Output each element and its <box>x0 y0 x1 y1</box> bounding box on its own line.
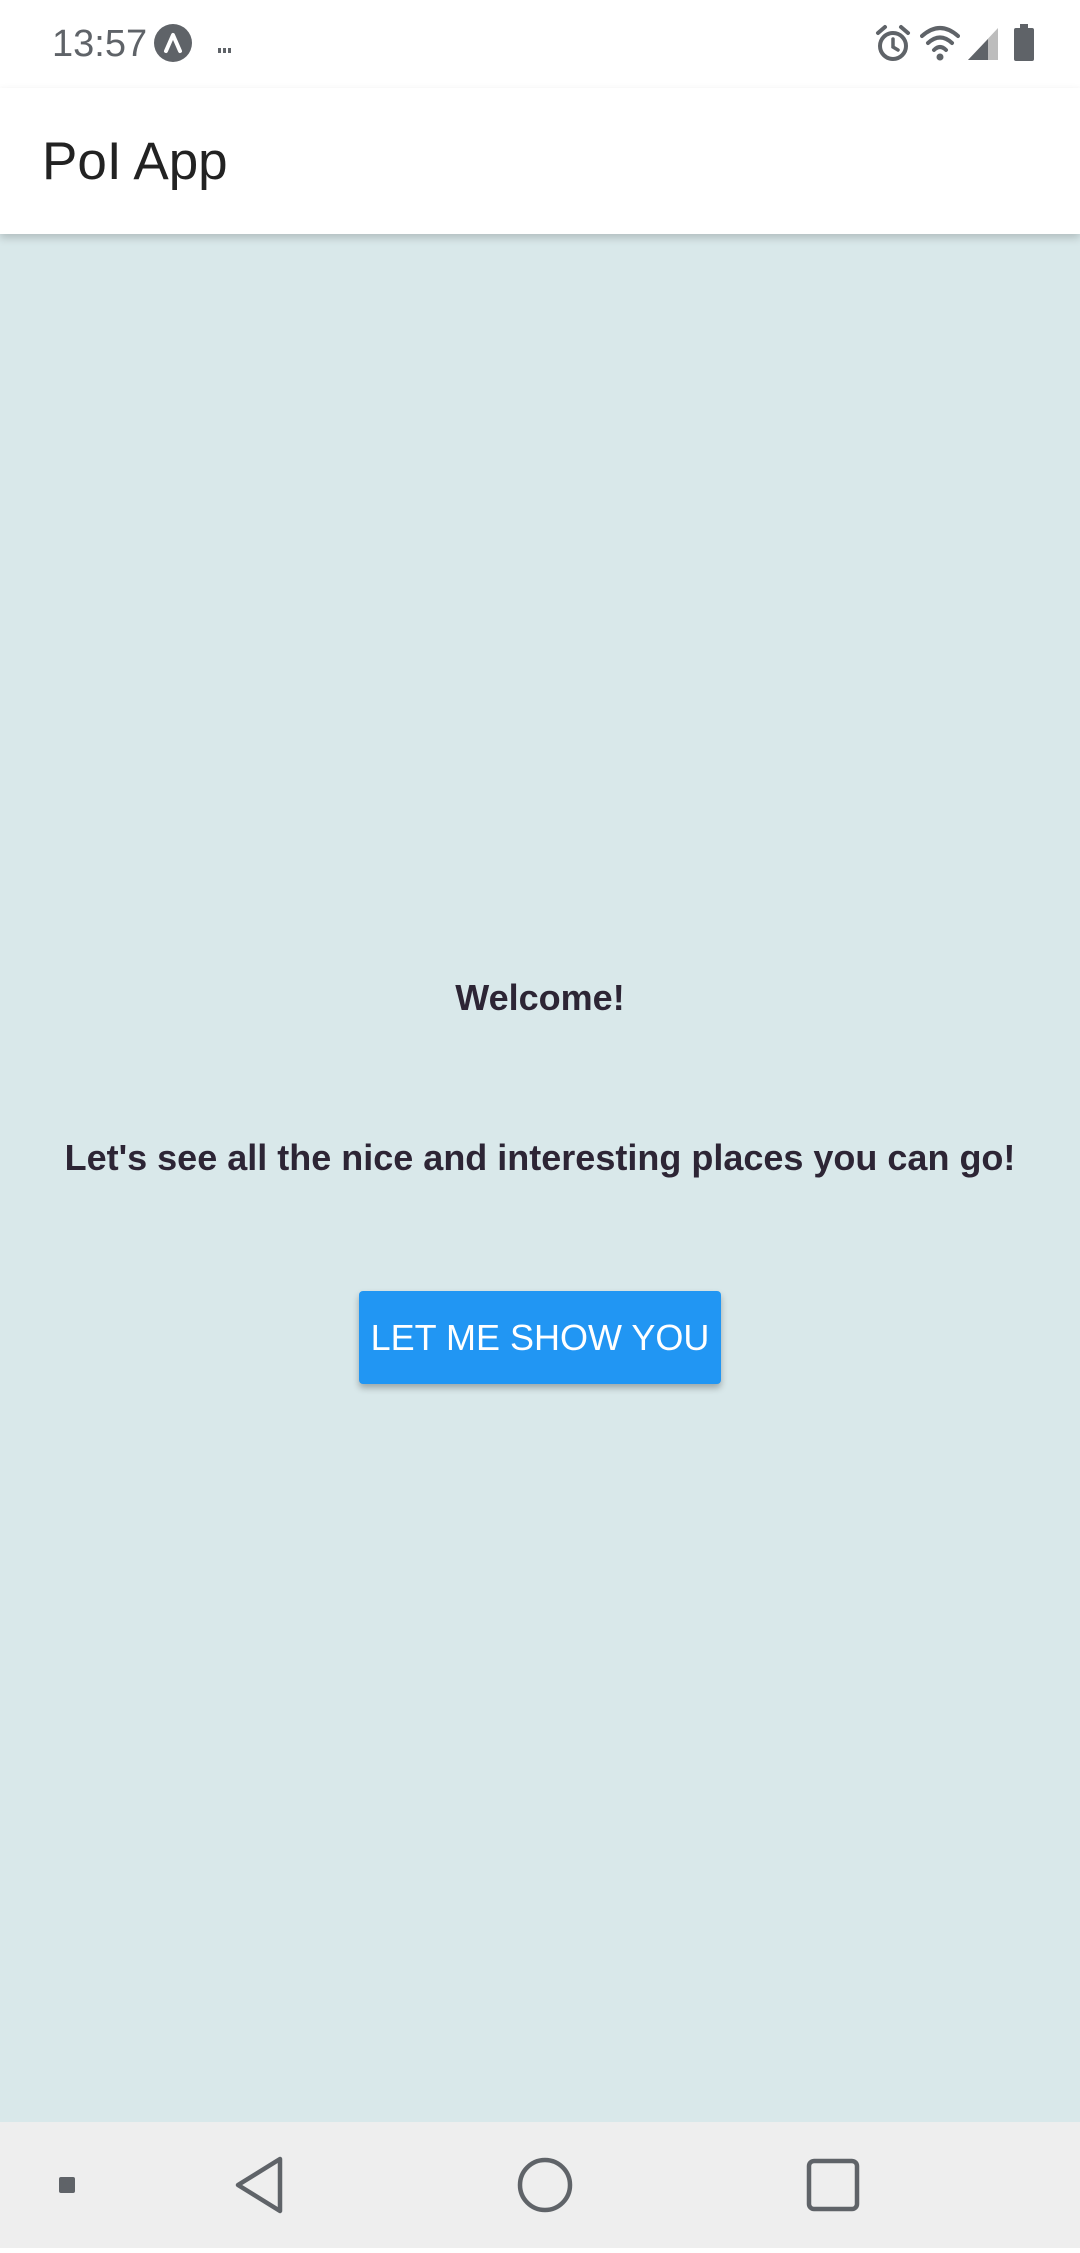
back-icon[interactable] <box>226 2122 296 2248</box>
status-bar: 13:57 <box>0 0 1080 88</box>
wifi-icon <box>920 26 960 61</box>
alarm-icon <box>876 25 910 61</box>
small-square-icon[interactable] <box>50 2122 86 2248</box>
status-icons <box>874 22 1044 66</box>
welcome-heading: Welcome! <box>455 977 625 1018</box>
battery-icon <box>1014 24 1034 61</box>
app-bar: PoI App <box>0 88 1080 234</box>
status-time: 13:57 <box>52 23 148 65</box>
let-me-show-you-button[interactable]: LET ME SHOW YOU <box>359 1291 721 1384</box>
app-title: PoI App <box>42 132 228 191</box>
more-notifications-icon <box>218 40 232 53</box>
navigation-bar <box>0 2122 1080 2248</box>
app-notification-icon <box>154 24 192 62</box>
main-content: Welcome! Let's see all the nice and inte… <box>0 234 1080 2122</box>
home-icon[interactable] <box>505 2122 585 2248</box>
signal-icon <box>968 28 998 60</box>
welcome-subtitle: Let's see all the nice and interesting p… <box>64 1137 1016 1178</box>
recents-icon[interactable] <box>795 2122 871 2248</box>
